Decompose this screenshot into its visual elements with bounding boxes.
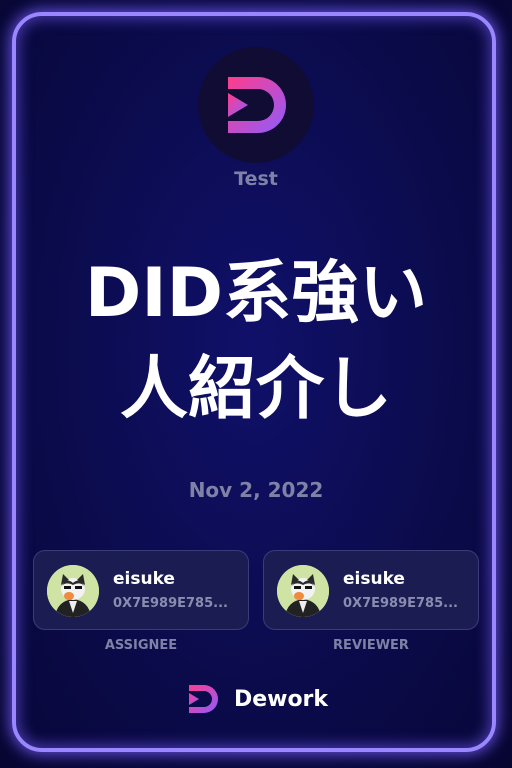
brand-footer: Dework <box>0 680 512 718</box>
task-title: DID系強い 人紹介し <box>20 246 492 438</box>
reviewer-card: eisuke 0X7E989E785... <box>263 550 479 630</box>
workspace-name: Test <box>234 168 278 190</box>
avatar <box>47 565 99 617</box>
cat-avatar-icon <box>277 565 329 617</box>
assignee-role-label: ASSIGNEE <box>104 638 178 653</box>
reviewer-role-label: REVIEWER <box>333 638 409 653</box>
task-title-line-2: 人紹介し <box>119 350 392 429</box>
dework-logo-icon <box>188 685 218 713</box>
workspace-logo <box>198 47 314 163</box>
assignee-name: eisuke <box>113 569 175 589</box>
brand-name: Dework <box>233 686 329 712</box>
assignee-card: eisuke 0X7E989E785... <box>33 550 249 630</box>
cat-avatar-icon <box>47 565 99 617</box>
task-title-line-1: DID系強い <box>84 254 428 333</box>
assignee-address: 0X7E989E785... <box>113 596 228 611</box>
reviewer-name: eisuke <box>343 569 405 589</box>
task-date: Nov 2, 2022 <box>188 478 324 502</box>
nft-card-page: Test DID系強い 人紹介し Nov 2, 2022 eisuke 0X7E… <box>0 0 512 768</box>
reviewer-address: 0X7E989E785... <box>343 596 458 611</box>
dework-logo-icon <box>228 77 286 133</box>
avatar <box>277 565 329 617</box>
